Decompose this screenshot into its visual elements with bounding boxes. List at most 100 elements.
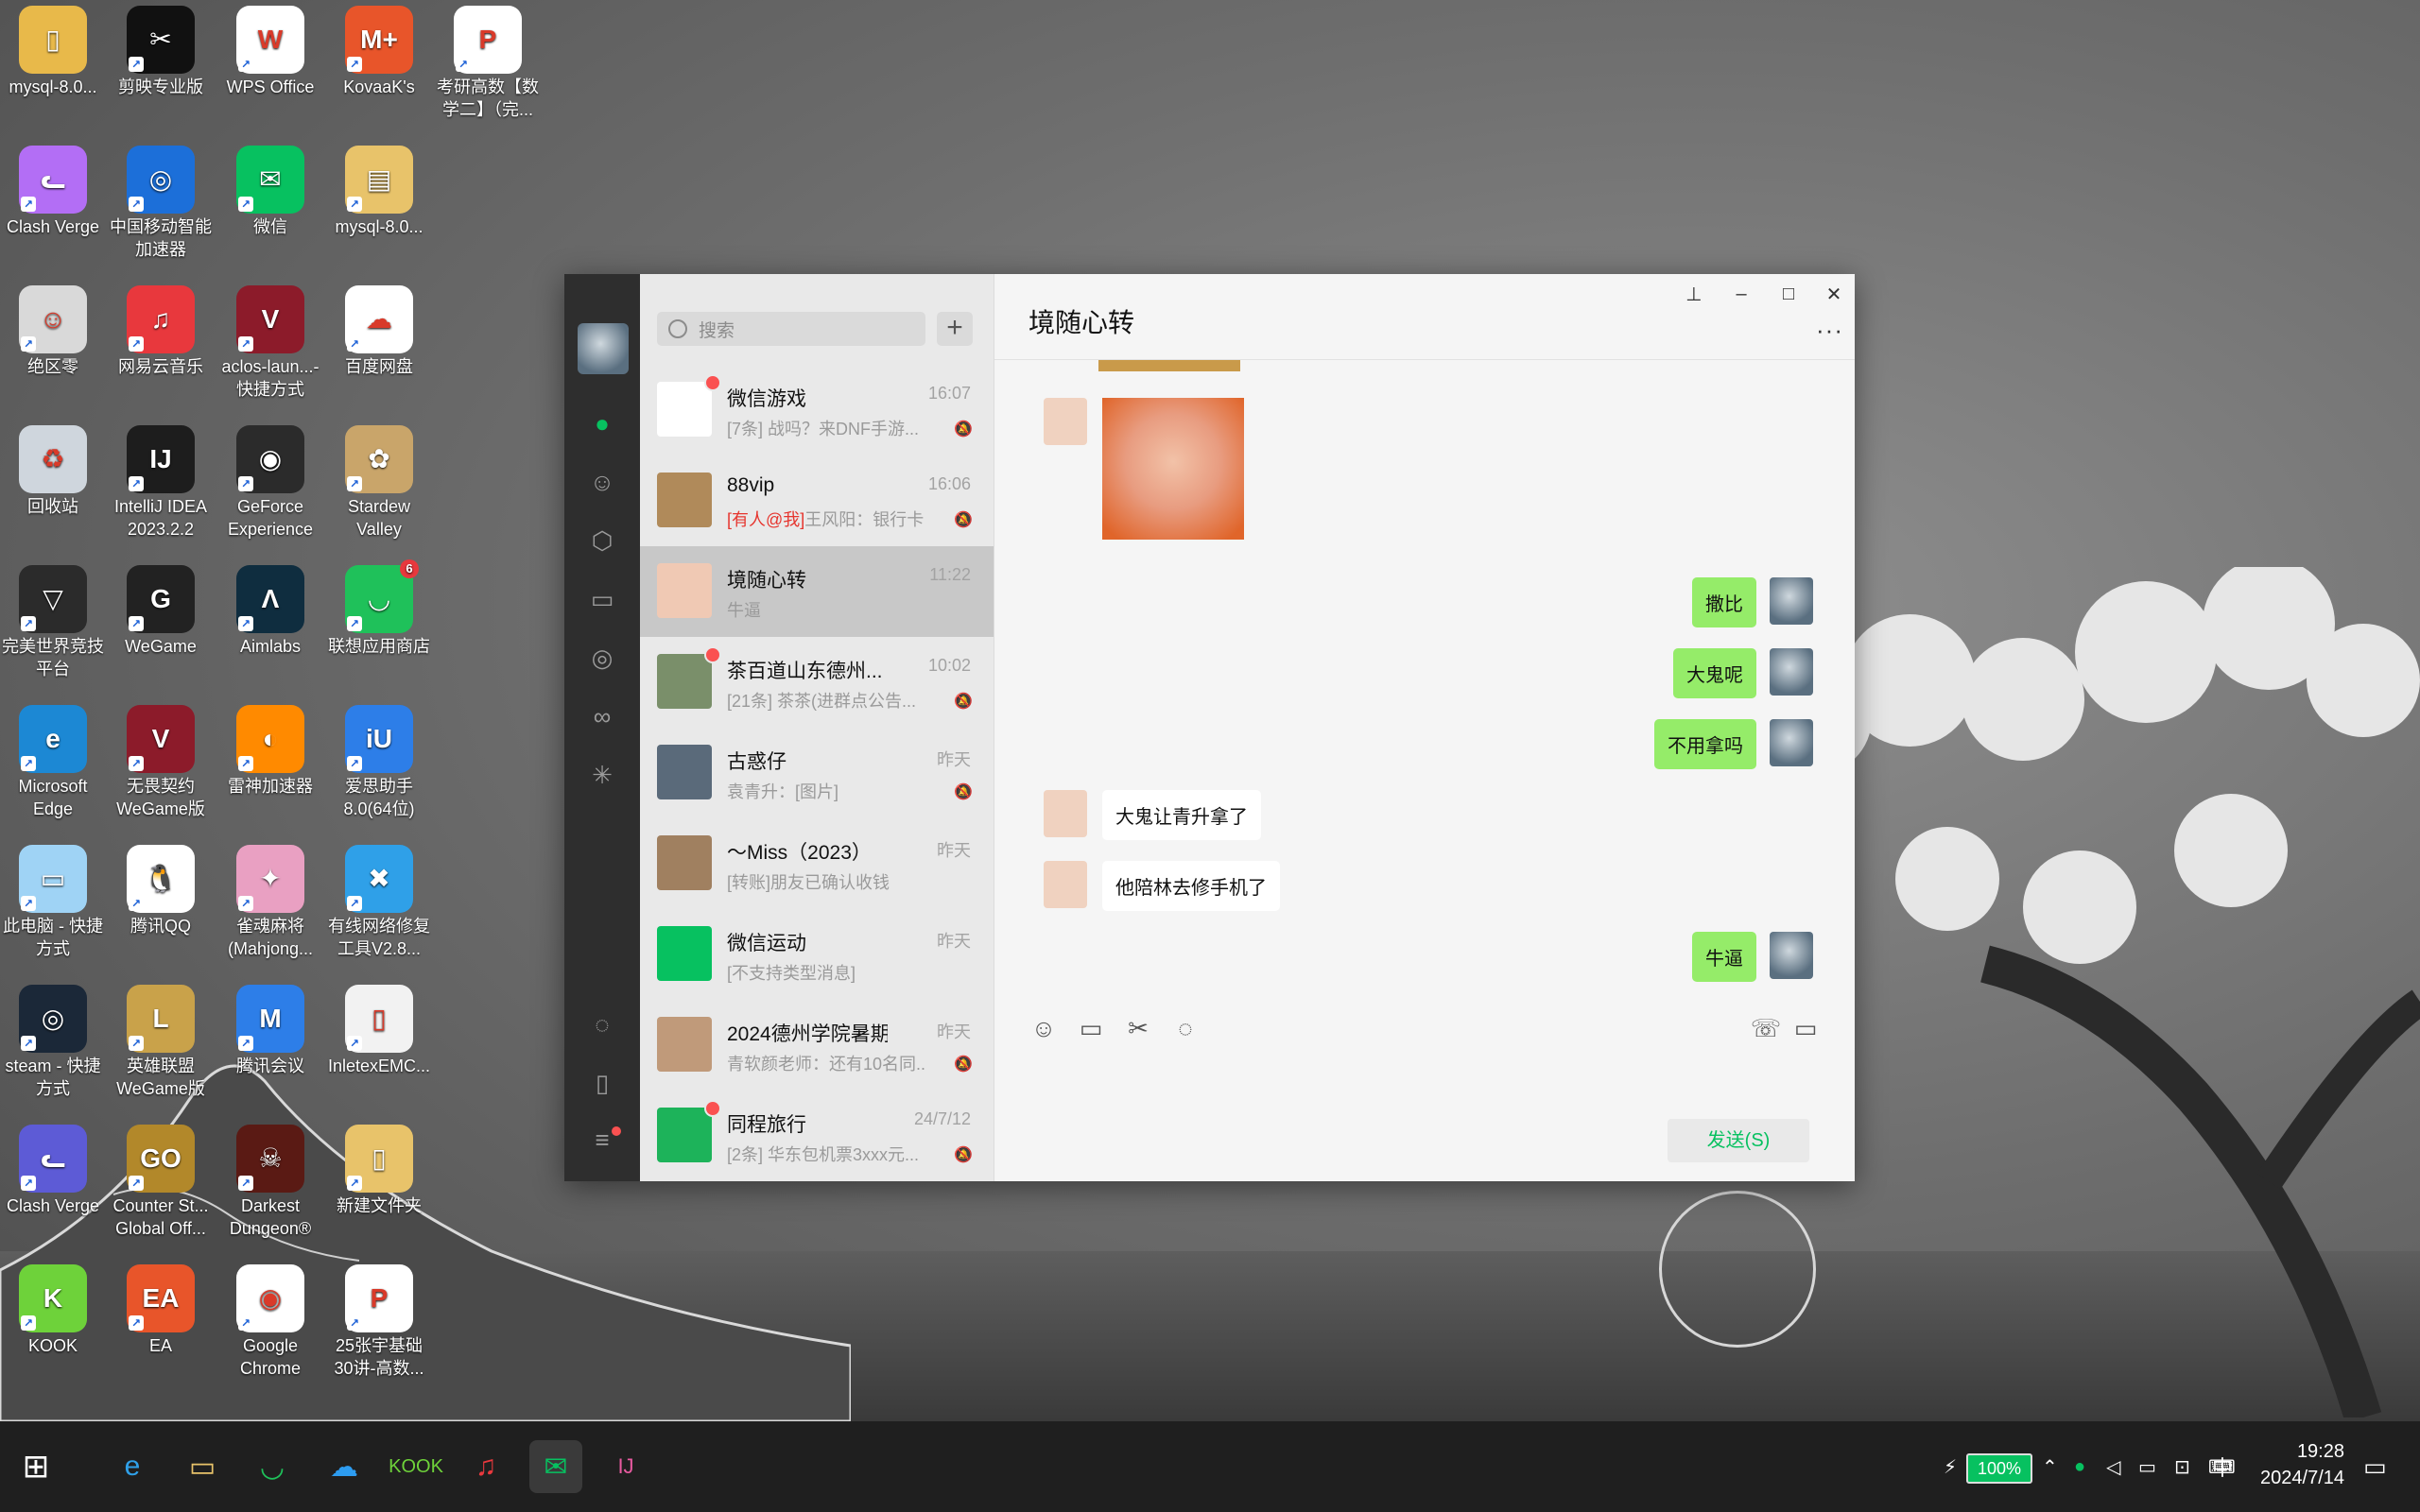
desktop-icon[interactable]: e ↗ Microsoft Edge	[0, 699, 106, 820]
ime-mode[interactable]: 中	[2212, 1421, 2233, 1512]
chat-list-item[interactable]: 88vip 16:06 [有人@我]王风阳：银行卡 🔕	[640, 455, 994, 546]
desktop-icon[interactable]: ▽ ↗ 完美世界竞技平台	[0, 559, 106, 680]
desktop-icon[interactable]: G ↗ WeGame	[108, 559, 214, 658]
desktop-icon[interactable]: ◎ ↗ 中国移动智能加速器	[108, 140, 214, 261]
chat-list-item[interactable]: 同程旅行 24/7/12 [2条] 华东包机票3xxx元... 🔕	[640, 1091, 994, 1181]
my-avatar[interactable]	[1770, 648, 1813, 696]
voice-call-icon[interactable]: ☏	[1749, 1011, 1783, 1045]
my-avatar[interactable]	[1770, 577, 1813, 625]
desktop-icon[interactable]: ◐ ↗ 雷神加速器	[217, 699, 323, 798]
desktop-icon[interactable]: ᓚ ↗ Clash Verge	[0, 140, 106, 238]
pin-icon[interactable]: ⊥	[1675, 280, 1713, 308]
taskbar-kook-icon[interactable]: KOOK	[389, 1440, 443, 1493]
search-input[interactable]: 搜索	[657, 312, 925, 346]
desktop-icon[interactable]: ᓚ ↗ Clash Verge	[0, 1119, 106, 1217]
desktop-icon[interactable]: ▯ ↗ InletexEMC...	[326, 979, 432, 1077]
my-avatar[interactable]	[1770, 719, 1813, 766]
desktop-icon[interactable]: ▤ ↗ mysql-8.0...	[326, 140, 432, 238]
network-icon[interactable]: ⊡	[2174, 1421, 2190, 1512]
message-bubble[interactable]: 他陪林去修手机了	[1102, 861, 1280, 911]
desktop-icon[interactable]: V ↗ 无畏契约WeGame版	[108, 699, 214, 820]
chat-list-item[interactable]: 2024德州学院暑期2班 昨天青软颜老师：还有10名同... 🔕	[640, 1000, 994, 1091]
emoji-icon[interactable]: ☺	[1027, 1011, 1061, 1045]
desktop-icon[interactable]: ◎ ↗ steam - 快捷方式	[0, 979, 106, 1100]
desktop-icon[interactable]: P ↗ 25张宇基础30讲-高数...	[326, 1259, 432, 1380]
power-plug-icon[interactable]: ⚡	[1944, 1421, 1957, 1512]
start-button[interactable]: ⊞	[9, 1440, 62, 1493]
notification-icon[interactable]: ▭	[2363, 1421, 2387, 1512]
moments-icon[interactable]: ◎	[587, 643, 617, 673]
taskbar-edge-icon[interactable]: e	[106, 1440, 159, 1493]
message-bubble[interactable]: 不用拿吗	[1654, 719, 1756, 769]
clock[interactable]: 19:28 2024/7/14	[2260, 1438, 2344, 1491]
desktop-icon[interactable]: ▯ mysql-8.0...	[0, 0, 106, 98]
desktop-icon[interactable]: ◉ ↗ GeForce Experience	[217, 420, 323, 541]
taskbar-netease-music-icon[interactable]: ♫	[459, 1440, 512, 1493]
contact-avatar[interactable]	[1044, 861, 1087, 908]
desktop-icon[interactable]: M+ ↗ KovaaK's	[326, 0, 432, 98]
desktop-icon[interactable]: ✦ ↗ 雀魂麻将(Mahjong...	[217, 839, 323, 960]
contact-avatar[interactable]	[1044, 398, 1087, 445]
desktop-icon[interactable]: ☺ ↗ 绝区零	[0, 280, 106, 378]
send-button[interactable]: 发送(S)	[1668, 1119, 1809, 1162]
desktop-icon[interactable]: IJ ↗ IntelliJ IDEA 2023.2.2	[108, 420, 214, 541]
video-call-icon[interactable]: ▭	[1789, 1011, 1823, 1045]
more-options-button[interactable]: ···	[1816, 316, 1843, 345]
contact-avatar[interactable]	[1044, 790, 1087, 837]
desktop-icon[interactable]: GO ↗ Counter St... Global Off...	[108, 1119, 214, 1240]
message-bubble[interactable]: 大鬼呢	[1673, 648, 1756, 698]
desktop-icon[interactable]: ♻ 回收站	[0, 420, 106, 518]
taskbar-intellij-icon[interactable]: IJ	[599, 1440, 652, 1493]
previous-image-message[interactable]	[1098, 360, 1240, 371]
desktop-icon[interactable]: M ↗ 腾讯会议	[217, 979, 323, 1077]
taskbar-baidu-netdisk-icon[interactable]: ☁	[318, 1440, 371, 1493]
photo-thumbnail[interactable]	[1102, 398, 1244, 540]
send-file-icon[interactable]: ▭	[1074, 1011, 1108, 1045]
desktop-icon[interactable]: ☠ ↗ Darkest Dungeon®	[217, 1119, 323, 1240]
desktop-icon[interactable]: ▯ ↗ 新建文件夹	[326, 1119, 432, 1217]
contacts-icon[interactable]: ☺	[587, 467, 617, 497]
desktop-icon[interactable]: ◡ ↗ 6 联想应用商店	[326, 559, 432, 658]
my-avatar[interactable]	[1770, 932, 1813, 979]
desktop-icon[interactable]: ✿ ↗ Stardew Valley	[326, 420, 432, 541]
desktop-icon[interactable]: Λ ↗ Aimlabs	[217, 559, 323, 658]
message-bubble[interactable]: 大鬼让青升拿了	[1102, 790, 1261, 840]
chat-list-item[interactable]: 境随心转 11:22 牛逼	[640, 546, 994, 637]
chat-list-item[interactable]: 微信运动 昨天 [不支持类型消息]	[640, 909, 994, 1000]
minimize-button[interactable]: –	[1722, 280, 1760, 308]
battery-icon[interactable]: ▭	[2138, 1421, 2156, 1512]
desktop-icon[interactable]: ✂ ↗ 剪映专业版	[108, 0, 214, 98]
channels-icon[interactable]: ∞	[587, 701, 617, 731]
close-button[interactable]: ✕	[1815, 280, 1853, 308]
mini-program-panel-icon[interactable]: ◌	[587, 1009, 617, 1040]
favorites-icon[interactable]: ⬡	[587, 525, 617, 556]
chat-icon[interactable]: ●	[587, 408, 617, 438]
chat-list-item[interactable]: ～Miss（2023） 昨天 [转账]朋友已确认收钱	[640, 818, 994, 909]
screenshot-icon[interactable]: ✂	[1121, 1011, 1155, 1045]
taskbar-lenovo-store-icon[interactable]: ◡	[246, 1440, 299, 1493]
desktop-icon[interactable]: iU ↗ 爱思助手8.0(64位)	[326, 699, 432, 820]
desktop-icon[interactable]: EA ↗ EA	[108, 1259, 214, 1357]
desktop-icon[interactable]: K ↗ KOOK	[0, 1259, 106, 1357]
files-icon[interactable]: ▭	[587, 584, 617, 614]
battery-indicator[interactable]: 100%	[1966, 1453, 2032, 1484]
phone-icon[interactable]: ▯	[587, 1068, 617, 1098]
taskbar-explorer-icon[interactable]: ▭	[176, 1440, 229, 1493]
desktop-icon[interactable]: L ↗ 英雄联盟WeGame版	[108, 979, 214, 1100]
chat-list-item[interactable]: 茶百道山东德州... 10:02 [21条] 茶茶(进群点公告... 🔕	[640, 637, 994, 728]
desktop-icon[interactable]: ▭ ↗ 此电脑 - 快捷方式	[0, 839, 106, 960]
message-bubble[interactable]: 撒比	[1692, 577, 1756, 627]
maximize-button[interactable]: □	[1770, 280, 1807, 308]
mini-programs-icon[interactable]: ✳	[587, 760, 617, 790]
desktop-icon[interactable]: ♫ ↗ 网易云音乐	[108, 280, 214, 378]
desktop-icon[interactable]: ☁ ↗ 百度网盘	[326, 280, 432, 378]
desktop-icon[interactable]: P ↗ 考研高数【数学二】（完...	[435, 0, 541, 121]
my-avatar[interactable]	[578, 323, 629, 374]
tray-wechat-icon[interactable]: ●	[2074, 1421, 2085, 1512]
desktop-icon[interactable]: W ↗ WPS Office	[217, 0, 323, 98]
chat-list-item[interactable]: 古惑仔 昨天 袁青升：[图片] 🔕	[640, 728, 994, 818]
desktop-icon[interactable]: V ↗ aclos-laun...- 快捷方式	[217, 280, 323, 401]
desktop-icon[interactable]: 🐧 ↗ 腾讯QQ	[108, 839, 214, 937]
volume-icon[interactable]: ◁	[2106, 1421, 2120, 1512]
chat-list-item[interactable]: 微信游戏 16:07 [7条] 战吗？来DNF手游... 🔕	[640, 365, 994, 455]
